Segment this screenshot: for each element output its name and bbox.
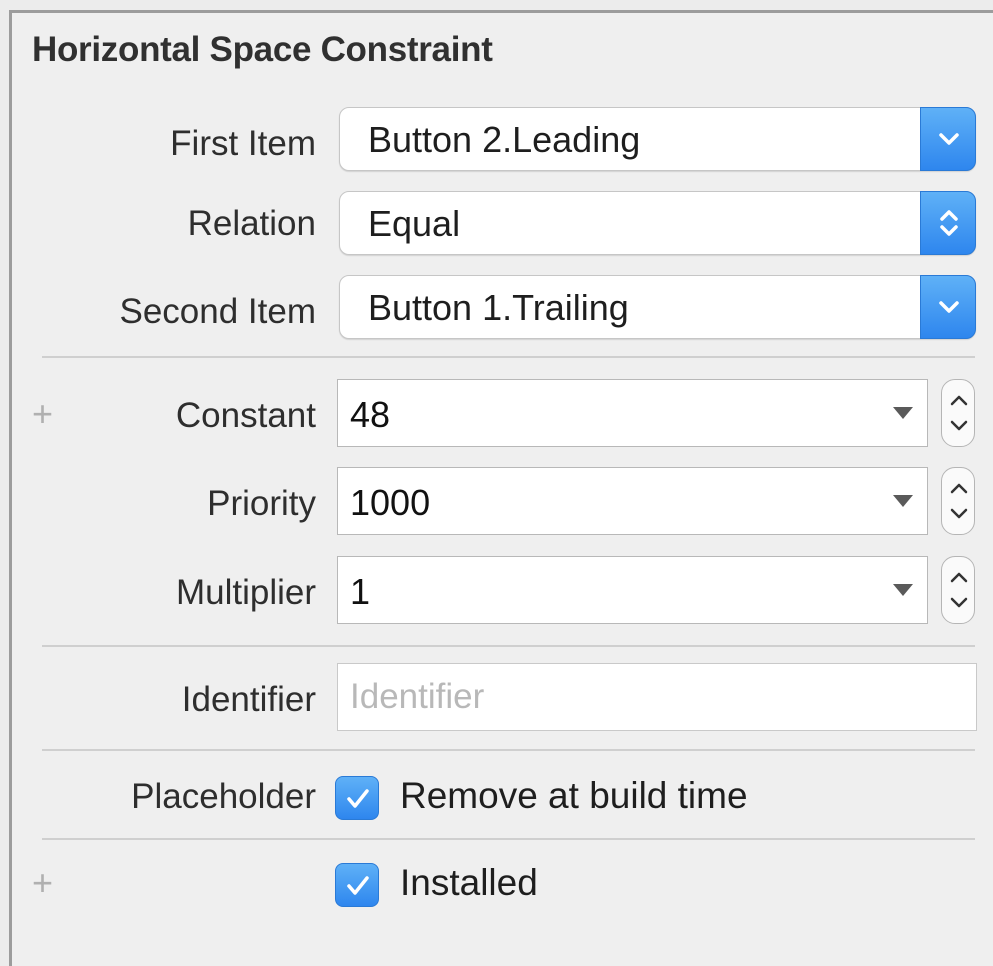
- priority-label: Priority: [207, 484, 316, 523]
- second-item-popup[interactable]: Button 1.Trailing: [339, 275, 976, 339]
- remove-at-build-time-checkbox[interactable]: [335, 776, 379, 820]
- constant-label: Constant: [175, 396, 316, 435]
- relation-value: Equal: [368, 203, 461, 244]
- priority-combo-box[interactable]: 1000: [337, 467, 928, 535]
- first-item-value: Button 2.Leading: [368, 119, 641, 160]
- add-installed-variation-plus-button[interactable]: +: [32, 862, 53, 904]
- section-divider: [42, 838, 975, 840]
- installed-checkbox[interactable]: [335, 863, 379, 907]
- checkmark-icon: [347, 876, 369, 895]
- relation-label: Relation: [187, 204, 316, 243]
- placeholder-label: Placeholder: [131, 777, 316, 816]
- section-divider: [42, 749, 975, 751]
- multiplier-value: 1: [350, 571, 371, 612]
- identifier-field[interactable]: [337, 663, 977, 731]
- identifier-label: Identifier: [181, 680, 316, 719]
- installed-label[interactable]: Installed: [400, 862, 538, 904]
- constant-combo-box[interactable]: 48: [337, 379, 928, 447]
- second-item-label: Second Item: [119, 292, 317, 331]
- relation-popup[interactable]: Equal: [339, 191, 976, 255]
- checkmark-icon: [347, 789, 369, 808]
- priority-stepper[interactable]: [941, 467, 975, 535]
- add-variation-plus-button[interactable]: +: [32, 393, 53, 435]
- remove-at-build-time-label[interactable]: Remove at build time: [400, 775, 748, 817]
- chevron-down-icon: [920, 107, 976, 171]
- section-divider: [42, 645, 975, 647]
- multiplier-stepper[interactable]: [941, 556, 975, 624]
- section-divider: [42, 356, 975, 358]
- dropdown-triangle-icon[interactable]: [893, 407, 913, 419]
- second-item-value: Button 1.Trailing: [368, 287, 629, 328]
- first-item-label: First Item: [170, 124, 316, 163]
- dropdown-triangle-icon[interactable]: [893, 584, 913, 596]
- multiplier-label: Multiplier: [175, 573, 316, 612]
- multiplier-combo-box[interactable]: 1: [337, 556, 928, 624]
- panel-title: Horizontal Space Constraint: [32, 30, 493, 69]
- dropdown-triangle-icon[interactable]: [893, 495, 913, 507]
- up-down-chevron-icon: [920, 191, 976, 255]
- constant-stepper[interactable]: [941, 379, 975, 447]
- chevron-down-icon: [920, 275, 976, 339]
- priority-value: 1000: [350, 482, 431, 523]
- first-item-popup[interactable]: Button 2.Leading: [339, 107, 976, 171]
- constant-value: 48: [350, 394, 391, 435]
